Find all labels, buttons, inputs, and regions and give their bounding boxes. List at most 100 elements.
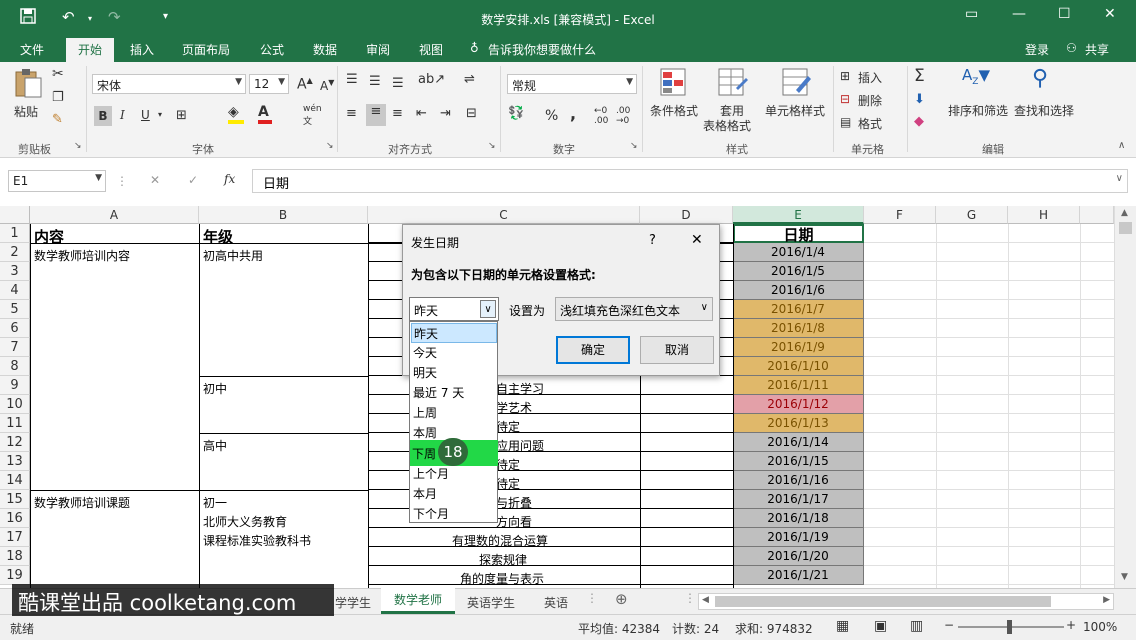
row-header-1[interactable]: 1 bbox=[0, 224, 30, 243]
maximize-icon[interactable]: ☐ bbox=[1058, 6, 1071, 22]
paste-button[interactable]: 粘贴 bbox=[14, 103, 38, 120]
row-header-2[interactable]: 2 bbox=[0, 243, 30, 262]
format-cells-icon[interactable]: ▤ bbox=[840, 115, 851, 129]
date-cell[interactable]: 2016/1/13 bbox=[733, 414, 864, 433]
sheet-tab-students[interactable]: 学学生 bbox=[335, 594, 371, 611]
decrease-font-icon[interactable]: A▼ bbox=[320, 78, 334, 93]
format-style-select[interactable]: 浅红填充色深红色文本 ∨ bbox=[555, 297, 713, 321]
horizontal-scrollbar[interactable]: ◀ ▶ bbox=[698, 593, 1114, 610]
cell-c17[interactable]: 有理数的混合运算 bbox=[452, 532, 548, 549]
cut-icon[interactable]: ✂ bbox=[52, 66, 64, 82]
sort-filter-icon[interactable]: AZ▼ bbox=[962, 66, 990, 87]
enter-entry-icon[interactable]: ✓ bbox=[188, 173, 198, 187]
scroll-left-icon[interactable]: ◀ bbox=[702, 595, 709, 605]
column-header-h[interactable]: H bbox=[1008, 206, 1080, 224]
wrap-text-icon[interactable]: ⇌ bbox=[464, 72, 475, 87]
tab-insert[interactable]: 插入 bbox=[130, 41, 154, 58]
row-header-10[interactable]: 10 bbox=[0, 395, 30, 414]
zoom-in-icon[interactable]: + bbox=[1066, 618, 1076, 632]
zoom-level[interactable]: 100% bbox=[1083, 620, 1117, 634]
row-header-13[interactable]: 13 bbox=[0, 452, 30, 471]
alignment-launcher-icon[interactable]: ↘ bbox=[488, 141, 496, 151]
sheet-tab-english-students[interactable]: 英语学生 bbox=[467, 594, 515, 611]
cell-a15[interactable]: 数学教师培训课题 bbox=[34, 494, 130, 511]
cell-b12[interactable]: 高中 bbox=[203, 437, 227, 454]
cell-a1[interactable]: 内容 bbox=[34, 226, 64, 247]
tab-view[interactable]: 视图 bbox=[419, 41, 443, 58]
fill-color-icon[interactable]: ◈ bbox=[228, 104, 244, 124]
chevron-down-icon[interactable]: ∨ bbox=[480, 300, 496, 318]
cell-c18[interactable]: 探索规律 bbox=[479, 551, 527, 568]
tab-file[interactable]: 文件 bbox=[20, 41, 44, 58]
cell-e1[interactable]: 日期 bbox=[733, 224, 864, 244]
decrease-indent-icon[interactable]: ⇤ bbox=[416, 106, 427, 121]
dialog-close-icon[interactable]: ✕ bbox=[691, 232, 703, 248]
paste-icon[interactable] bbox=[14, 68, 42, 101]
cell-c9[interactable]: 自主学习 bbox=[496, 380, 544, 397]
column-header-d[interactable]: D bbox=[640, 206, 733, 224]
column-header-b[interactable]: B bbox=[199, 206, 368, 224]
number-launcher-icon[interactable]: ↘ bbox=[630, 141, 638, 151]
row-header-6[interactable]: 6 bbox=[0, 319, 30, 338]
collapse-ribbon-icon[interactable]: ∧ bbox=[1118, 140, 1125, 151]
sign-in-link[interactable]: 登录 bbox=[1025, 41, 1049, 58]
date-cell[interactable]: 2016/1/9 bbox=[733, 338, 864, 357]
comma-button[interactable]: , bbox=[570, 104, 576, 123]
cell-c19[interactable]: 角的度量与表示 bbox=[460, 570, 544, 587]
ok-button[interactable]: 确定 bbox=[556, 336, 630, 364]
format-as-table-label-2[interactable]: 表格格式 bbox=[703, 117, 751, 134]
date-cell[interactable]: 2016/1/14 bbox=[733, 433, 864, 452]
cell-styles-button[interactable]: 单元格样式 bbox=[765, 102, 825, 119]
date-cell[interactable]: 2016/1/6 bbox=[733, 281, 864, 300]
insert-cells-button[interactable]: 插入 bbox=[858, 69, 882, 86]
date-period-select[interactable]: 昨天 ∨ bbox=[409, 297, 499, 321]
insert-cells-icon[interactable]: ⊞ bbox=[840, 69, 850, 83]
column-header-f[interactable]: F bbox=[864, 206, 936, 224]
minimize-icon[interactable]: — bbox=[1012, 6, 1026, 22]
date-cell[interactable]: 2016/1/18 bbox=[733, 509, 864, 528]
date-cell[interactable]: 2016/1/20 bbox=[733, 547, 864, 566]
tab-home[interactable]: 开始 bbox=[66, 38, 115, 62]
conditional-format-button[interactable]: 条件格式 bbox=[650, 102, 698, 119]
date-cell[interactable]: 2016/1/19 bbox=[733, 528, 864, 547]
option-tomorrow[interactable]: 明天 bbox=[411, 363, 497, 383]
font-size-select[interactable]: 12 ▼ bbox=[249, 74, 289, 94]
date-cell[interactable]: 2016/1/21 bbox=[733, 566, 864, 585]
option-next-month[interactable]: 下个月 bbox=[411, 504, 497, 524]
formula-input[interactable]: 日期 ∨ bbox=[252, 169, 1128, 193]
cell-b1[interactable]: 年级 bbox=[203, 226, 233, 247]
increase-decimal-icon[interactable]: ←0.00 bbox=[594, 106, 608, 126]
font-color-icon[interactable]: A bbox=[258, 104, 272, 124]
delete-cells-icon[interactable]: ⊟ bbox=[840, 92, 850, 106]
name-box[interactable]: E1 ▼ bbox=[8, 170, 106, 192]
italic-button[interactable]: I bbox=[120, 108, 125, 122]
autosum-icon[interactable]: Σ bbox=[914, 66, 925, 86]
font-name-select[interactable]: 宋体 ▼ bbox=[92, 74, 246, 94]
cell-b2[interactable]: 初高中共用 bbox=[203, 247, 263, 264]
select-all-corner[interactable] bbox=[0, 206, 30, 224]
option-last-7-days[interactable]: 最近 7 天 bbox=[411, 383, 497, 403]
row-header-3[interactable]: 3 bbox=[0, 262, 30, 281]
date-cell[interactable]: 2016/1/12 bbox=[733, 395, 864, 414]
row-header-12[interactable]: 12 bbox=[0, 433, 30, 452]
row-header-17[interactable]: 17 bbox=[0, 528, 30, 547]
align-right-icon[interactable]: ≡ bbox=[392, 106, 403, 121]
tab-formulas[interactable]: 公式 bbox=[260, 41, 284, 58]
increase-indent-icon[interactable]: ⇥ bbox=[440, 106, 451, 121]
column-header-c[interactable]: C bbox=[368, 206, 640, 224]
scroll-down-icon[interactable]: ▼ bbox=[1121, 572, 1128, 582]
row-header-5[interactable]: 5 bbox=[0, 300, 30, 319]
date-cell[interactable]: 2016/1/15 bbox=[733, 452, 864, 471]
new-sheet-icon[interactable]: ⊕ bbox=[615, 590, 628, 608]
date-cell[interactable]: 2016/1/8 bbox=[733, 319, 864, 338]
sort-filter-button[interactable]: 排序和筛选 bbox=[948, 102, 1008, 119]
currency-icon[interactable]: 💱 bbox=[508, 106, 524, 121]
scroll-thumb[interactable] bbox=[1119, 222, 1132, 234]
expand-formula-icon[interactable]: ∨ bbox=[1116, 173, 1123, 184]
cell-c15[interactable]: 与折叠 bbox=[496, 494, 532, 511]
ribbon-display-icon[interactable]: ▭ bbox=[965, 6, 978, 22]
align-middle-icon[interactable]: ☰ bbox=[369, 74, 381, 89]
orientation-icon[interactable]: ab↗ bbox=[418, 72, 445, 87]
option-yesterday[interactable]: 昨天 bbox=[411, 323, 497, 343]
cell-b17[interactable]: 课程标准实验教科书 bbox=[203, 532, 311, 549]
